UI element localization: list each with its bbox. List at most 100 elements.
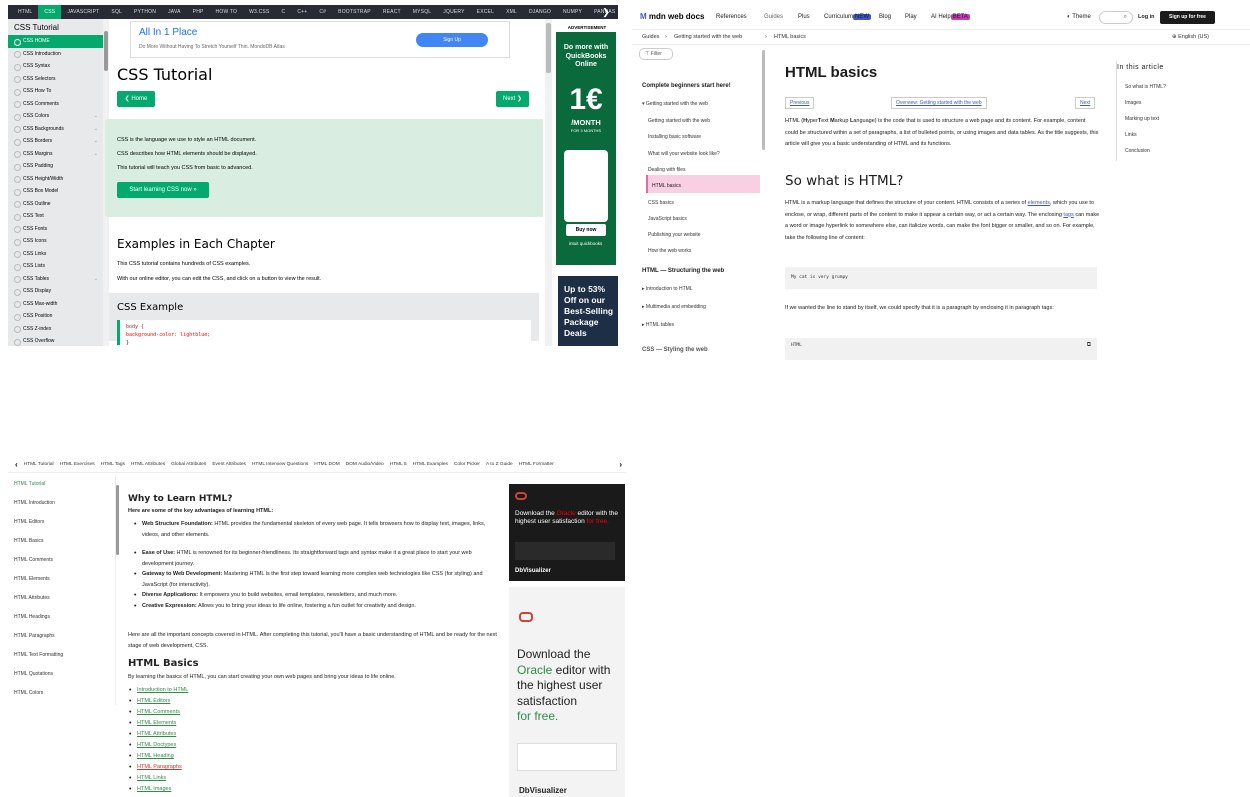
tutorial-link[interactable]: HTML Links bbox=[129, 775, 166, 782]
previous-link[interactable]: Previous bbox=[785, 97, 815, 109]
start-learning-button[interactable]: Start learning CSS now » bbox=[117, 182, 209, 198]
sidebar-item[interactable]: HTML Attributes bbox=[14, 595, 50, 601]
nav-tab[interactable]: A to Z Guide bbox=[483, 462, 516, 467]
sidebar-item[interactable]: CSS Z-index bbox=[8, 323, 103, 336]
sidebar-item[interactable]: HTML Quotations bbox=[14, 671, 53, 677]
sidebar-link[interactable]: CSS basics bbox=[648, 200, 674, 206]
tutorial-link[interactable]: HTML Editors bbox=[129, 698, 171, 705]
nav-tab[interactable]: HTML Tags bbox=[98, 462, 128, 467]
nav-tab-excel[interactable]: EXCEL bbox=[471, 5, 500, 19]
nav-ai-help[interactable]: AI Help BETA bbox=[931, 14, 970, 20]
sidebar-item[interactable]: HTML Introduction bbox=[14, 500, 55, 506]
sidebar-item[interactable]: CSS Text bbox=[8, 210, 103, 223]
nav-guides[interactable]: Guides bbox=[764, 14, 783, 20]
sidebar-item[interactable]: HTML Basics bbox=[14, 538, 44, 544]
nav-tab-java[interactable]: JAVA bbox=[162, 5, 187, 19]
toc-item[interactable]: Links bbox=[1125, 132, 1137, 138]
nav-tab-c[interactable]: C# bbox=[313, 5, 332, 19]
sidebar-item[interactable]: HTML Editors bbox=[14, 519, 44, 525]
nav-tab[interactable]: HTML Attributes bbox=[128, 462, 168, 467]
sidebar-html-tables[interactable]: ▸ HTML tables bbox=[642, 322, 674, 328]
sidebar-getting-started-group[interactable]: ▾ Getting started with the web bbox=[642, 101, 708, 107]
nav-tab[interactable]: DOM Audio/Video bbox=[343, 462, 387, 467]
quickbooks-ad[interactable]: Do more with QuickBooks Online 1€ /MONTH… bbox=[556, 32, 616, 265]
sidebar-link[interactable]: Getting started with the web bbox=[648, 118, 710, 124]
tags-link[interactable]: tags bbox=[1063, 212, 1073, 218]
nav-tab[interactable]: HTML Tutorial bbox=[21, 462, 57, 467]
ad-signup-button[interactable]: Sign Up bbox=[416, 33, 488, 47]
nav-tab[interactable]: HTML DOM bbox=[311, 462, 342, 467]
nav-tab-xml[interactable]: XML bbox=[500, 5, 523, 19]
nav-tab-react[interactable]: REACT bbox=[377, 5, 407, 19]
sidebar-item[interactable]: CSS Backgrounds ⌄ bbox=[8, 123, 103, 136]
tutorial-link[interactable]: HTML Images bbox=[129, 786, 171, 793]
sidebar-item[interactable]: HTML Text Formatting bbox=[14, 652, 63, 658]
sidebar-item[interactable]: CSS Overflow bbox=[8, 335, 103, 346]
nav-tab[interactable]: HTML 5 bbox=[387, 462, 410, 467]
deals-ad[interactable]: Up to 53% Off on our Best-Selling Packag… bbox=[558, 276, 618, 346]
sidebar-item[interactable]: CSS Borders ⌄ bbox=[8, 135, 103, 148]
sidebar-intro-html[interactable]: ▸ Introduction to HTML bbox=[642, 286, 693, 292]
nav-left-icon[interactable]: ‹ bbox=[12, 460, 21, 469]
sidebar-item[interactable]: CSS Colors ⌄ bbox=[8, 110, 103, 123]
sidebar-item[interactable]: HTML Tutorial bbox=[14, 481, 45, 487]
nav-tab-python[interactable]: PYTHON bbox=[128, 5, 162, 19]
sidebar-link[interactable]: Installing basic software bbox=[648, 134, 701, 140]
tutorial-link[interactable]: HTML Elements bbox=[129, 720, 176, 727]
nav-tab[interactable]: HTML Interview Questions bbox=[249, 462, 311, 467]
sidebar-item[interactable]: HTML Elements bbox=[14, 576, 50, 582]
toc-item[interactable]: Conclusion bbox=[1125, 148, 1150, 154]
nav-references[interactable]: References bbox=[716, 14, 747, 20]
nav-curriculum[interactable]: Curriculum NEW bbox=[824, 14, 872, 20]
qb-buy-button[interactable]: Buy now bbox=[566, 224, 606, 236]
sidebar-item[interactable]: CSS HOME bbox=[8, 35, 103, 48]
search-input[interactable]: ⌕ bbox=[1099, 11, 1133, 24]
sidebar-item[interactable]: HTML Colors bbox=[14, 690, 43, 696]
nav-tab-css[interactable]: CSS bbox=[38, 5, 62, 19]
oracle-ad-large[interactable]: Download the Oracle editor with the highe… bbox=[509, 587, 625, 797]
nav-tab[interactable]: HTML Examples bbox=[410, 462, 451, 467]
nav-tab-php[interactable]: PHP bbox=[187, 5, 210, 19]
sidebar-item[interactable]: CSS Comments bbox=[8, 98, 103, 111]
nav-tab-javascript[interactable]: JAVASCRIPT bbox=[61, 5, 105, 19]
oracle-ad-small[interactable]: Download the Oracle editor with the high… bbox=[509, 484, 625, 581]
nav-tab-w3css[interactable]: W3.CSS bbox=[243, 5, 275, 19]
sidebar-item[interactable]: CSS Fonts bbox=[8, 223, 103, 236]
sidebar-item[interactable]: CSS Height/Width bbox=[8, 173, 103, 186]
next-button[interactable]: Next ❯ bbox=[496, 91, 529, 107]
login-link[interactable]: Log in bbox=[1138, 14, 1155, 20]
sidebar-item[interactable]: CSS How To bbox=[8, 85, 103, 98]
sidebar-item[interactable]: CSS Position bbox=[8, 310, 103, 323]
nav-tab-bootstrap[interactable]: BOOTSTRAP bbox=[332, 5, 377, 19]
sidebar-link[interactable]: HTML basics bbox=[652, 183, 681, 189]
sidebar-item[interactable]: CSS Lists bbox=[8, 260, 103, 273]
nav-tab-sql[interactable]: SQL bbox=[105, 5, 128, 19]
sidebar-item[interactable]: CSS Syntax bbox=[8, 60, 103, 73]
nav-tab[interactable]: Global Attributes bbox=[168, 462, 209, 467]
sidebar-link[interactable]: Publishing your website bbox=[648, 232, 701, 238]
sidebar-item[interactable]: CSS Margins ⌄ bbox=[8, 148, 103, 161]
toc-item[interactable]: Images bbox=[1125, 100, 1141, 106]
nav-tab-jquery[interactable]: JQUERY bbox=[437, 5, 470, 19]
sidebar-link[interactable]: Dealing with files bbox=[648, 167, 686, 173]
sidebar-item[interactable]: CSS Padding bbox=[8, 160, 103, 173]
nav-plus[interactable]: Plus bbox=[798, 14, 810, 20]
sidebar-item[interactable]: CSS Display bbox=[8, 285, 103, 298]
sidebar-link[interactable]: JavaScript basics bbox=[648, 216, 687, 222]
crumb-html-basics[interactable]: HTML basics bbox=[774, 34, 806, 40]
toc-item[interactable]: So what is HTML? bbox=[1125, 84, 1166, 90]
signup-button[interactable]: Sign up for free bbox=[1160, 11, 1215, 24]
nav-tab[interactable]: HTML Formatter bbox=[516, 462, 557, 467]
sidebar-item[interactable]: CSS Max-width bbox=[8, 298, 103, 311]
sidebar-item[interactable]: HTML Headings bbox=[14, 614, 50, 620]
nav-tab-django[interactable]: DJANGO bbox=[523, 5, 557, 19]
sidebar-item[interactable]: CSS Selectors bbox=[8, 73, 103, 86]
sidebar-item[interactable]: CSS Tables ⌄ bbox=[8, 273, 103, 286]
tutorial-link[interactable]: HTML Heading bbox=[129, 753, 174, 760]
nav-tab[interactable]: Color Picker bbox=[451, 462, 483, 467]
toc-item[interactable]: Marking up text bbox=[1125, 116, 1159, 122]
sidebar-link[interactable]: How the web works bbox=[648, 248, 691, 254]
nav-tab[interactable]: HTML Exercises bbox=[57, 462, 98, 467]
tutorial-link[interactable]: HTML Paragraphs bbox=[129, 764, 182, 771]
mdn-logo[interactable]: M mdn web docs bbox=[640, 12, 704, 21]
